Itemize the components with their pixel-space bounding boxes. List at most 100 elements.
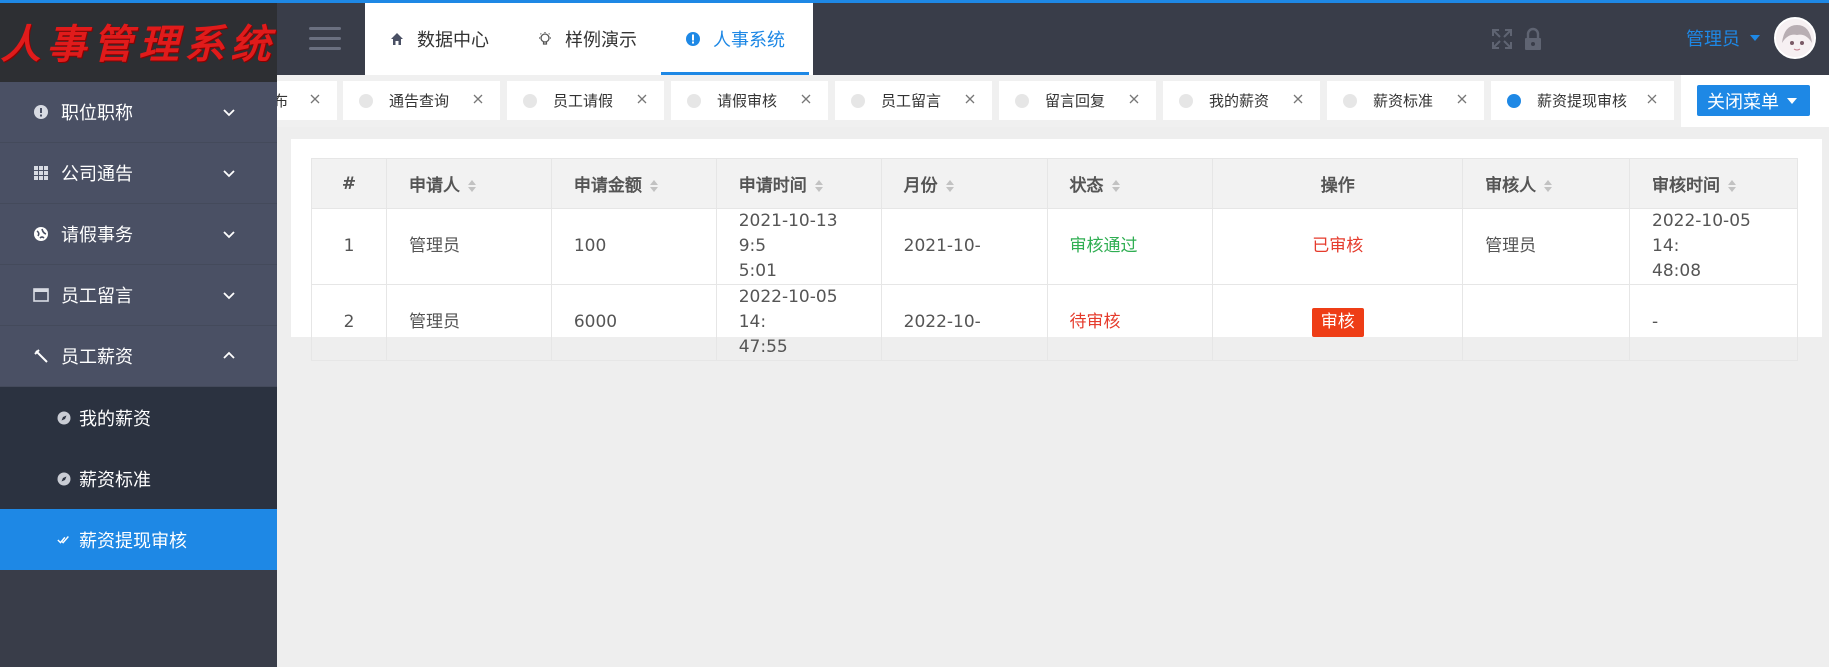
page-tab-my-salary[interactable]: 我的薪资 xyxy=(1163,81,1320,120)
sidebar-item-label: 员工薪资 xyxy=(61,347,133,368)
menu-toggle-icon[interactable] xyxy=(309,27,341,51)
sort-icon[interactable] xyxy=(814,180,823,192)
page-tab-withdraw-review[interactable]: 薪资提现审核 xyxy=(1491,81,1674,120)
sort-icon[interactable] xyxy=(1111,180,1120,192)
cell-reviewer: 管理员 xyxy=(1462,208,1631,285)
sidebar-subitem-label: 薪资提现审核 xyxy=(79,530,187,552)
cell-applicant: 管理员 xyxy=(385,284,552,361)
page-tab-label: 留言回复 xyxy=(1045,92,1106,110)
col-header-apply-time[interactable]: 申请时间 xyxy=(715,158,882,209)
user-menu[interactable]: 管理员 xyxy=(1686,25,1760,51)
sort-icon[interactable] xyxy=(1544,180,1553,192)
wrench-icon xyxy=(33,348,49,364)
cell-reviewer xyxy=(1462,284,1631,361)
sidebar-subitem-label: 薪资标准 xyxy=(79,469,151,491)
close-icon[interactable] xyxy=(634,91,650,107)
window-icon xyxy=(33,287,49,303)
tab-hr-system[interactable]: 人事系统 xyxy=(661,3,809,75)
page-tab-label: 请假审核 xyxy=(717,92,778,110)
cell-index: 1 xyxy=(311,208,387,285)
close-icon[interactable] xyxy=(798,91,814,107)
cell-status: 待审核 xyxy=(1046,284,1214,361)
sidebar-subitem-my-salary[interactable]: 我的薪资 xyxy=(0,387,277,448)
caret-down-icon xyxy=(1787,97,1797,104)
table-header-row: # 申请人 申请金额 申请时间 月份 状态 操作 审核人 审核时间 xyxy=(311,158,1798,209)
sidebar-item-label: 公司通告 xyxy=(61,164,133,185)
sidebar-item-positions[interactable]: 职位职称 xyxy=(0,82,277,143)
sidebar-subitem-label: 我的薪资 xyxy=(79,408,151,430)
page-tab-employee-leave[interactable]: 员工请假 xyxy=(507,81,664,120)
sort-icon[interactable] xyxy=(649,180,658,192)
close-icon[interactable] xyxy=(307,91,323,107)
page-tab-label: 员工请假 xyxy=(553,92,614,110)
close-icon[interactable] xyxy=(470,91,486,107)
col-header-month[interactable]: 月份 xyxy=(880,158,1048,209)
top-accent-line xyxy=(0,0,1829,3)
table-row: 1 管理员 100 2021-10-13 9:5 5:01 2021-10- 审核… xyxy=(311,208,1798,285)
col-header-action: 操作 xyxy=(1212,158,1464,209)
app-logo[interactable]: 人事管理系统 xyxy=(0,0,277,82)
double-check-icon xyxy=(57,533,71,547)
audit-button[interactable]: 审核 xyxy=(1311,308,1364,337)
page-tab-label: 薪资标准 xyxy=(1373,92,1434,110)
compass-icon xyxy=(57,472,71,486)
cell-action: 审核 xyxy=(1212,284,1464,361)
content-card: # 申请人 申请金额 申请时间 月份 状态 操作 审核人 审核时间 1 管理员 … xyxy=(291,139,1822,361)
sidebar-item-salary[interactable]: 员工薪资 xyxy=(0,326,277,387)
sidebar-subitem-withdraw-review[interactable]: 薪资提现审核 xyxy=(0,509,277,570)
close-menu-button[interactable]: 关闭菜单 xyxy=(1697,85,1810,116)
page-tab-label: 我的薪资 xyxy=(1209,92,1270,110)
close-icon[interactable] xyxy=(1454,91,1470,107)
page-tab-strip: 布 通告查询 员工请假 请假审核 员工留言 留言回复 我的薪资 薪资标准 薪资提… xyxy=(277,75,1829,127)
lock-icon[interactable] xyxy=(1521,27,1545,51)
tab-demo[interactable]: 样例演示 xyxy=(513,3,661,75)
sidebar-item-messages[interactable]: 员工留言 xyxy=(0,265,277,326)
col-header-review-time[interactable]: 审核时间 xyxy=(1629,158,1798,209)
close-menu-area: 关闭菜单 xyxy=(1681,75,1829,127)
fullscreen-icon[interactable] xyxy=(1490,27,1514,51)
page-tab-salary-standard[interactable]: 薪资标准 xyxy=(1327,81,1484,120)
page-tab-message-reply[interactable]: 留言回复 xyxy=(999,81,1156,120)
cell-applicant: 管理员 xyxy=(385,208,552,285)
sidebar-item-label: 请假事务 xyxy=(61,225,133,246)
col-header-status[interactable]: 状态 xyxy=(1046,158,1214,209)
cell-month: 2022-10- xyxy=(880,284,1048,361)
col-header-reviewer[interactable]: 审核人 xyxy=(1462,158,1631,209)
sidebar-item-notices[interactable]: 公司通告 xyxy=(0,143,277,204)
page-tab-label: 通告查询 xyxy=(389,92,450,110)
page-tab-leave-review[interactable]: 请假审核 xyxy=(671,81,828,120)
col-header-amount[interactable]: 申请金额 xyxy=(550,158,717,209)
sidebar-item-label: 职位职称 xyxy=(61,103,133,124)
chevron-down-icon xyxy=(223,292,235,300)
close-icon[interactable] xyxy=(1644,91,1660,107)
sidebar-item-label: 员工留言 xyxy=(61,286,133,307)
close-icon[interactable] xyxy=(962,91,978,107)
sort-icon[interactable] xyxy=(945,180,954,192)
sort-icon[interactable] xyxy=(1728,180,1737,192)
cell-apply-time: 2021-10-13 9:5 5:01 xyxy=(715,208,882,285)
cell-status: 审核通过 xyxy=(1046,208,1214,285)
page-tab-partial[interactable]: 布 xyxy=(277,81,337,120)
cell-review-time: 2022-10-05 14: 48:08 xyxy=(1629,208,1798,285)
sidebar-subitem-salary-standard[interactable]: 薪资标准 xyxy=(0,448,277,509)
col-header-applicant[interactable]: 申请人 xyxy=(385,158,552,209)
cell-action-reviewed: 已审核 xyxy=(1212,208,1464,285)
chevron-down-icon xyxy=(223,109,235,117)
col-header-index: # xyxy=(311,158,387,209)
sidebar-item-leave[interactable]: 请假事务 xyxy=(0,204,277,265)
compass-icon xyxy=(57,411,71,425)
user-name: 管理员 xyxy=(1686,29,1740,50)
close-icon[interactable] xyxy=(1290,91,1306,107)
grid-icon xyxy=(33,165,49,181)
tab-data-center[interactable]: 数据中心 xyxy=(365,3,513,75)
page-tab-employee-message[interactable]: 员工留言 xyxy=(835,81,992,120)
page-tab-notice-query[interactable]: 通告查询 xyxy=(343,81,500,120)
close-icon[interactable] xyxy=(1126,91,1142,107)
avatar[interactable] xyxy=(1774,17,1816,59)
sort-icon[interactable] xyxy=(467,180,476,192)
home-icon xyxy=(389,31,405,47)
cell-index: 2 xyxy=(311,284,387,361)
tab-label: 数据中心 xyxy=(417,30,489,51)
globe-icon xyxy=(33,226,49,242)
page-tab-label: 薪资提现审核 xyxy=(1537,92,1628,110)
